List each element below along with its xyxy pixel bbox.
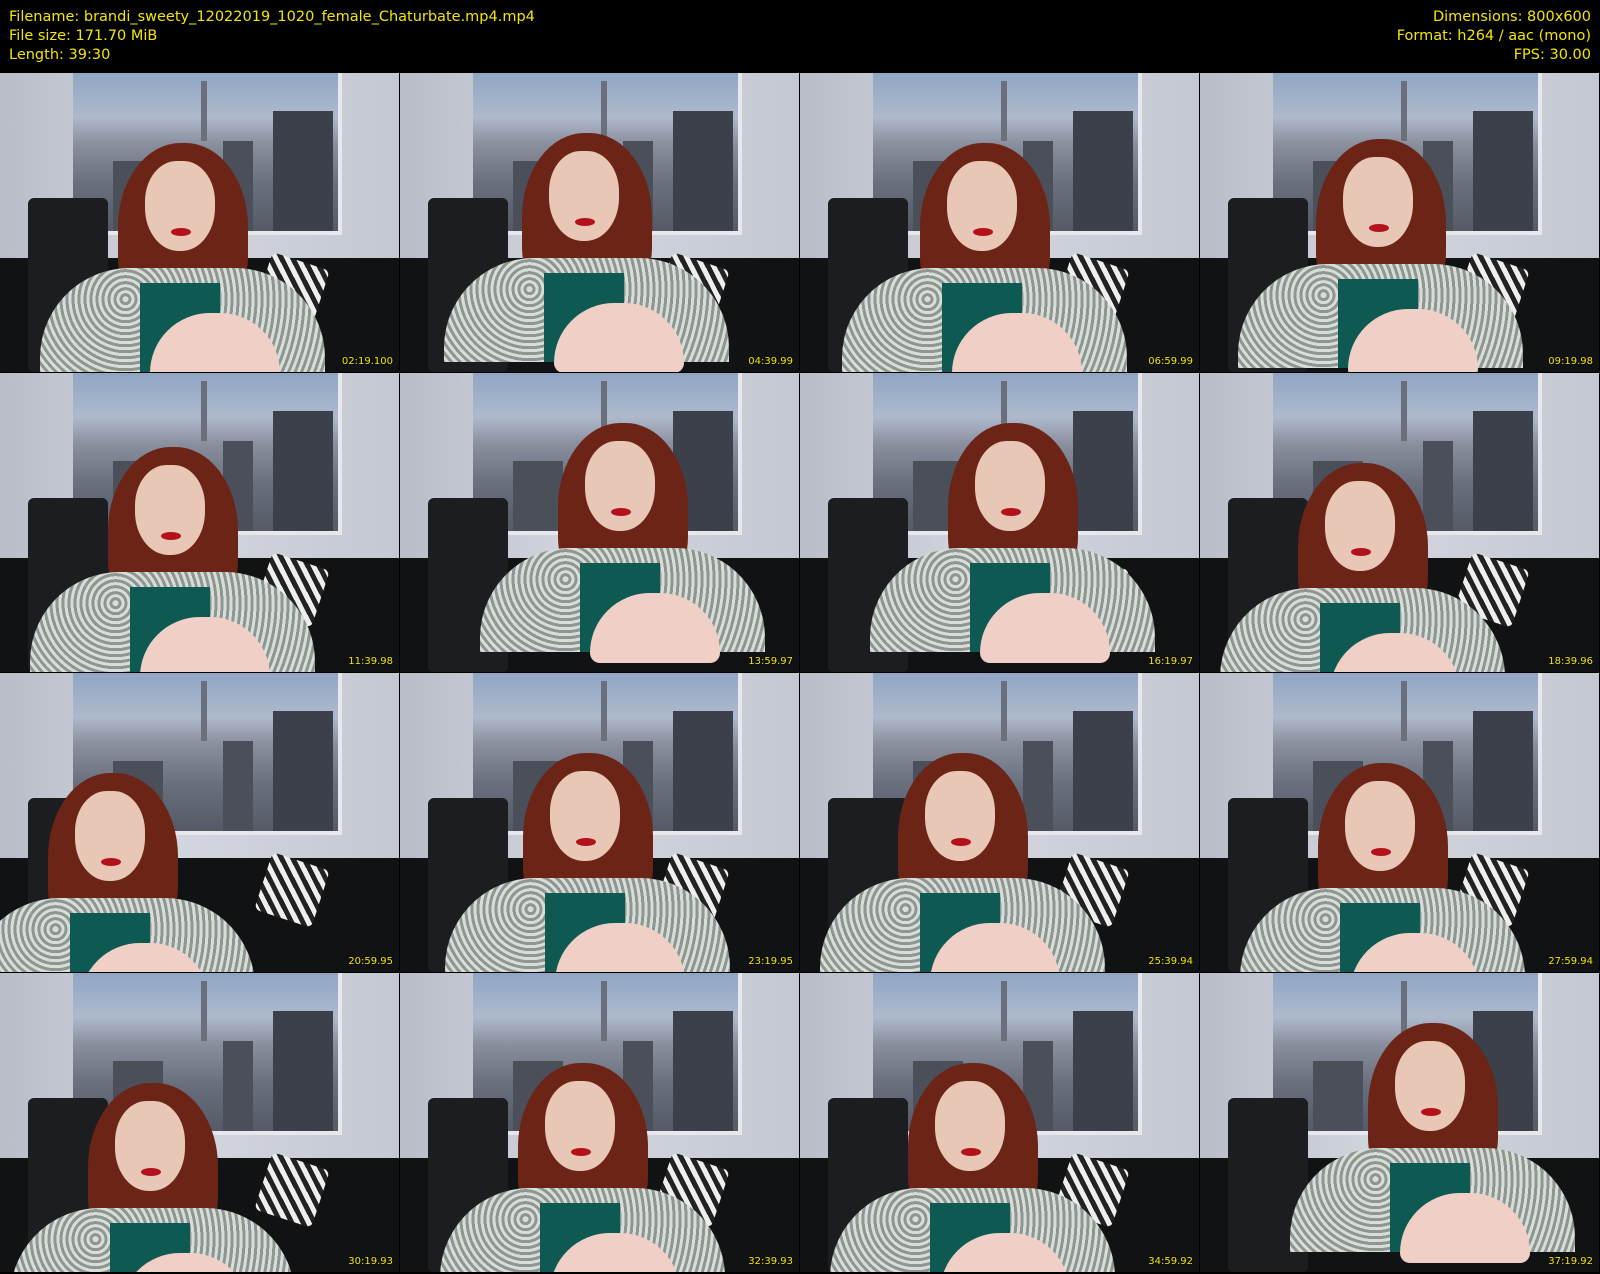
thumbnail-frame: 20:59.95: [0, 673, 399, 972]
thumbnail-frame: 11:39.98: [0, 373, 399, 672]
thumbnail-frame: 04:39.99: [400, 73, 799, 372]
person: [405, 683, 799, 972]
face: [947, 161, 1017, 251]
file-info: Filename: brandi_sweety_12022019_1020_fe…: [9, 8, 535, 65]
timestamp-label: 16:19.97: [1148, 656, 1193, 667]
thumbnail-frame: 30:19.93: [0, 973, 399, 1272]
thumbnail-frame: 09:19.98: [1200, 73, 1599, 372]
thumbnail-frame: 37:19.92: [1200, 973, 1599, 1272]
thumbnail-frame: 02:19.100: [0, 73, 399, 372]
lips: [141, 1168, 161, 1176]
thumbnail-frame: 32:39.93: [400, 973, 799, 1272]
timestamp-label: 27:59.94: [1548, 956, 1593, 967]
person: [1200, 393, 1579, 672]
person: [1250, 973, 1599, 1263]
timestamp-label: 13:59.97: [748, 656, 793, 667]
face: [1325, 481, 1395, 571]
person: [404, 73, 799, 372]
filename-text: Filename: brandi_sweety_12022019_1020_fe…: [9, 9, 535, 25]
length-text: Length: 39:30: [9, 47, 111, 63]
thumbnail-frame: 27:59.94: [1200, 673, 1599, 972]
lips: [1001, 508, 1021, 516]
person: [800, 993, 1189, 1272]
timestamp-label: 20:59.95: [348, 956, 393, 967]
timestamp-label: 23:19.95: [748, 956, 793, 967]
lips: [611, 508, 631, 516]
timestamp-label: 06:59.99: [1148, 356, 1193, 367]
person: [400, 993, 799, 1272]
timestamp-label: 02:19.100: [341, 356, 393, 367]
format-text: Format: h264 / aac (mono): [1396, 28, 1591, 44]
face: [549, 151, 619, 241]
info-header: Filename: brandi_sweety_12022019_1020_fe…: [0, 0, 1600, 73]
face: [115, 1101, 185, 1191]
person: [0, 73, 399, 372]
fps-text: FPS: 30.00: [1513, 47, 1591, 63]
timestamp-label: 34:59.92: [1148, 1256, 1193, 1267]
person: [802, 73, 1199, 372]
timestamp-label: 18:39.96: [1548, 656, 1593, 667]
face: [935, 1081, 1005, 1171]
timestamp-label: 25:39.94: [1148, 956, 1193, 967]
thumbnail-frame: 25:39.94: [800, 673, 1199, 972]
dimensions-text: Dimensions: 800x600: [1432, 9, 1591, 25]
face: [1395, 1041, 1465, 1131]
timestamp-label: 11:39.98: [348, 656, 393, 667]
person: [830, 373, 1199, 663]
thumbnail-frame: 34:59.92: [800, 973, 1199, 1272]
thumbnail-frame: 23:19.95: [400, 673, 799, 972]
lips: [1371, 848, 1391, 856]
face: [925, 771, 995, 861]
person: [0, 703, 329, 972]
face: [145, 161, 215, 251]
person: [0, 377, 389, 672]
face: [1343, 157, 1413, 247]
face: [585, 441, 655, 531]
lips: [1369, 224, 1389, 232]
timestamp-label: 30:19.93: [348, 1256, 393, 1267]
person: [0, 1013, 369, 1272]
lips: [961, 1148, 981, 1156]
person: [1200, 693, 1599, 972]
timestamp-label: 09:19.98: [1548, 356, 1593, 367]
face: [550, 771, 620, 861]
lips: [571, 1148, 591, 1156]
person: [800, 683, 1179, 972]
thumbnail-frame: 13:59.97: [400, 373, 799, 672]
lips: [101, 858, 121, 866]
lips: [575, 218, 595, 226]
person: [1200, 73, 1597, 372]
thumbnail-frame: 16:19.97: [800, 373, 1199, 672]
lips: [973, 228, 993, 236]
face: [975, 441, 1045, 531]
thumbnail-grid: 02:19.100 04:39.99 06:59.99 09:19.98 11:…: [0, 73, 1600, 1274]
face: [135, 465, 205, 555]
filesize-text: File size: 171.70 MiB: [9, 28, 158, 44]
person: [440, 373, 799, 663]
timestamp-label: 04:39.99: [748, 356, 793, 367]
lips: [171, 228, 191, 236]
lips: [1351, 548, 1371, 556]
lips: [161, 532, 181, 540]
lips: [951, 838, 971, 846]
stream-info: Dimensions: 800x600 Format: h264 / aac (…: [1397, 8, 1591, 65]
timestamp-label: 32:39.93: [748, 1256, 793, 1267]
face: [1345, 781, 1415, 871]
thumbnail-frame: 06:59.99: [800, 73, 1199, 372]
timestamp-label: 37:19.92: [1548, 1256, 1593, 1267]
lips: [576, 838, 596, 846]
face: [75, 791, 145, 881]
lips: [1421, 1108, 1441, 1116]
face: [545, 1081, 615, 1171]
thumbnail-frame: 18:39.96: [1200, 373, 1599, 672]
